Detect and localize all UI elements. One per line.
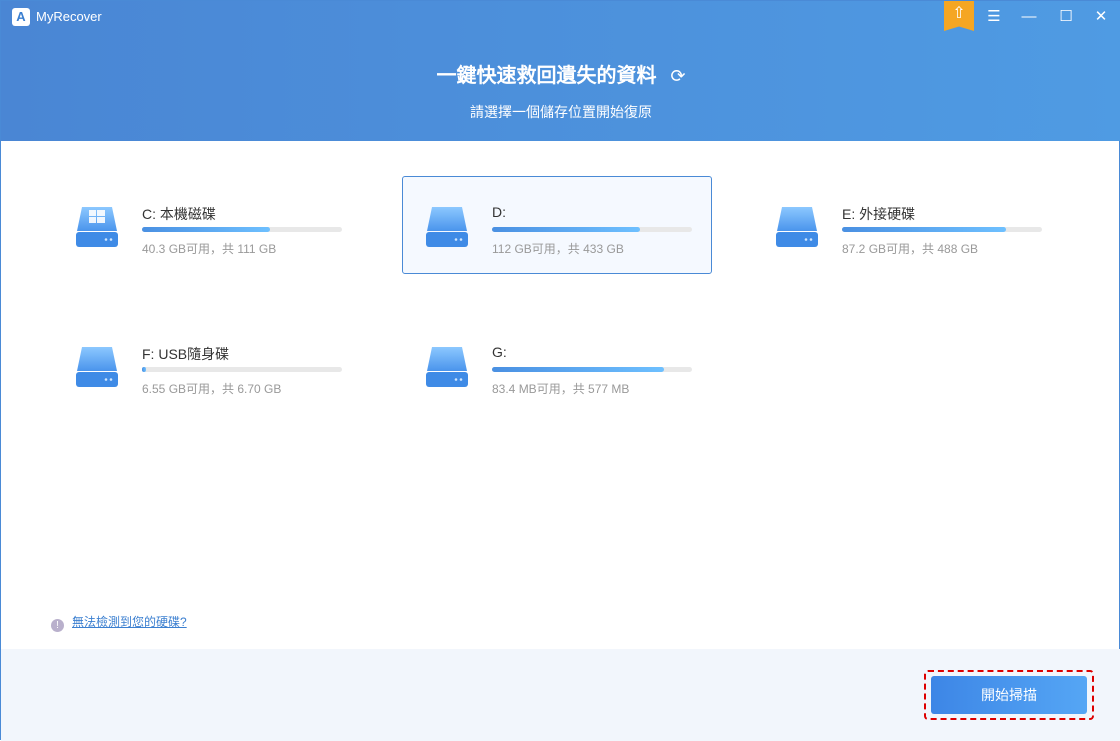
- drive-name: F: USB隨身碟: [142, 346, 230, 362]
- drive-usage-bar: [142, 367, 342, 372]
- hard-drive-icon: [426, 207, 468, 247]
- drive-item[interactable]: E: 外接硬碟 87.2 GB可用，共 488 GB: [752, 176, 1062, 274]
- app-logo-icon: A: [12, 8, 30, 26]
- drive-item[interactable]: G: 83.4 MB可用，共 577 MB: [402, 316, 712, 414]
- drive-name: E: 外接硬碟: [842, 206, 916, 222]
- drive-name: G:: [492, 344, 507, 360]
- app-title: MyRecover: [36, 9, 102, 24]
- hard-drive-icon: [76, 207, 118, 247]
- menu-button[interactable]: ☰: [982, 7, 1006, 27]
- drive-name: D:: [492, 204, 506, 220]
- drive-capacity: 40.3 GB可用，共 111 GB: [142, 242, 277, 256]
- maximize-button[interactable]: ☐: [1054, 7, 1078, 27]
- drive-usage-fill: [142, 367, 146, 372]
- drive-item[interactable]: F: USB隨身碟 6.55 GB可用，共 6.70 GB: [52, 316, 362, 414]
- page-subtitle: 請選擇一個儲存位置開始復原: [470, 104, 652, 120]
- hard-drive-icon: [76, 347, 118, 387]
- refresh-icon[interactable]: ⟳: [670, 66, 685, 87]
- drive-usage-bar: [142, 227, 342, 232]
- scan-button-highlight: 開始掃描: [924, 670, 1094, 720]
- drive-item[interactable]: C: 本機磁碟 40.3 GB可用，共 111 GB: [52, 176, 362, 274]
- drive-usage-fill: [842, 227, 1006, 232]
- header: A MyRecover ⇧ ☰ — ☐ ✕ 一鍵快速救回遺失的資料 ⟳ 請選擇一個…: [1, 1, 1120, 141]
- minimize-button[interactable]: —: [1017, 7, 1041, 27]
- drive-usage-fill: [492, 227, 640, 232]
- upgrade-icon[interactable]: ⇧: [944, 1, 974, 31]
- help-link-row: ! 無法檢測到您的硬碟?: [51, 613, 187, 632]
- hard-drive-icon: [776, 207, 818, 247]
- drive-usage-bar: [842, 227, 1042, 232]
- drive-capacity: 83.4 MB可用，共 577 MB: [492, 382, 630, 396]
- drive-name: C: 本機磁碟: [142, 206, 216, 222]
- start-scan-button[interactable]: 開始掃描: [931, 676, 1087, 714]
- drive-not-detected-link[interactable]: 無法檢測到您的硬碟?: [72, 615, 187, 629]
- drive-capacity: 6.55 GB可用，共 6.70 GB: [142, 382, 282, 396]
- hard-drive-icon: [426, 347, 468, 387]
- page-title: 一鍵快速救回遺失的資料 ⟳: [1, 59, 1120, 88]
- drive-usage-bar: [492, 227, 692, 232]
- drive-usage-bar: [492, 367, 692, 372]
- drive-usage-fill: [142, 227, 270, 232]
- drive-item[interactable]: D: 112 GB可用，共 433 GB: [402, 176, 712, 274]
- page-title-text: 一鍵快速救回遺失的資料: [436, 65, 657, 87]
- drive-capacity: 112 GB可用，共 433 GB: [492, 242, 624, 256]
- close-button[interactable]: ✕: [1089, 7, 1113, 27]
- info-icon: !: [51, 619, 64, 632]
- drive-usage-fill: [492, 367, 664, 372]
- drive-capacity: 87.2 GB可用，共 488 GB: [842, 242, 979, 256]
